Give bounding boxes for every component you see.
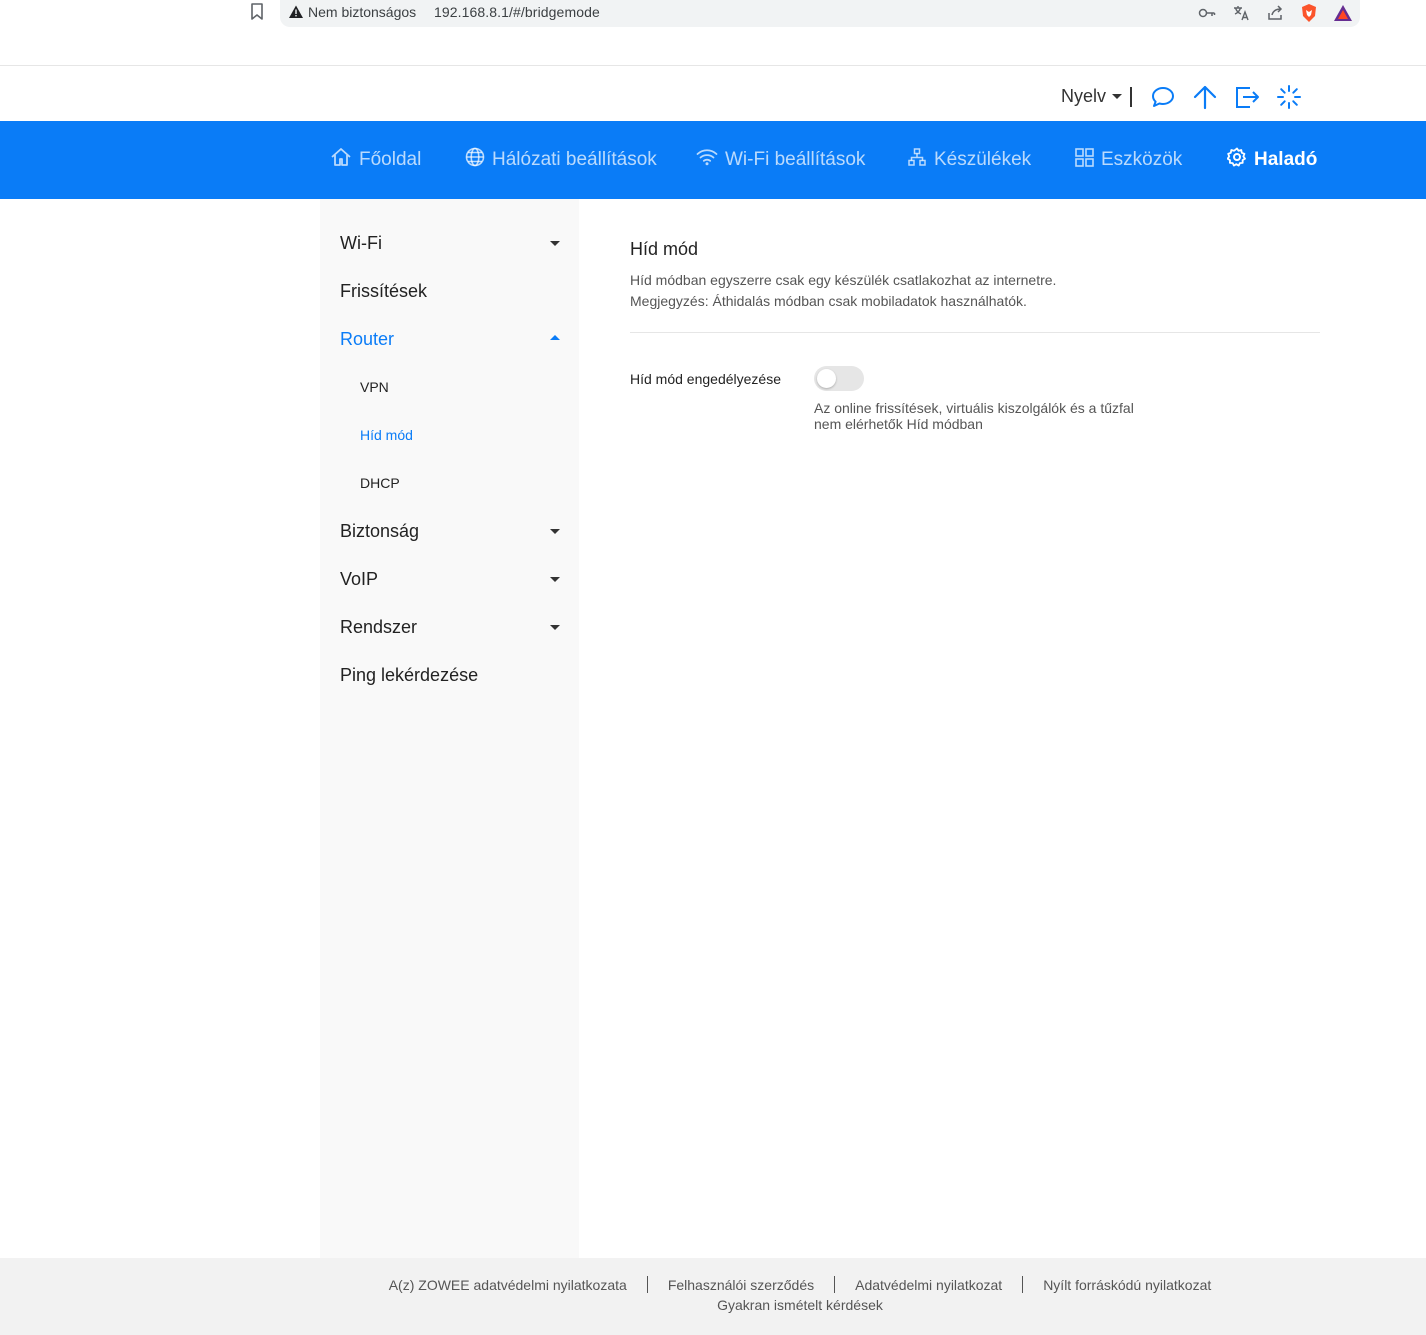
sidebar-item-label: Router — [340, 328, 395, 349]
chevron-down-icon — [1112, 94, 1123, 99]
main-navigation: Főoldal Hálózati beállítások Wi-Fi beáll… — [0, 121, 1426, 199]
wifi-icon — [696, 148, 718, 172]
utility-bar: Nyelv — [0, 66, 1426, 121]
sidebar-item-updates[interactable]: Frissítések — [340, 276, 560, 306]
home-icon — [330, 147, 352, 173]
upload-icon[interactable] — [1192, 84, 1218, 110]
chevron-down-icon — [550, 241, 560, 246]
nav-home-label: Főoldal — [359, 149, 422, 170]
share-icon[interactable] — [1264, 2, 1286, 24]
sidebar-item-label: Wi-Fi — [340, 232, 382, 253]
chevron-down-icon — [550, 625, 560, 630]
footer: A(z) ZOWEE adatvédelmi nyilatkozata Felh… — [0, 1258, 1426, 1335]
sidebar-item-ping[interactable]: Ping lekérdezése — [340, 660, 560, 690]
footer-link-user-agreement[interactable]: Felhasználói szerződés — [668, 1277, 814, 1293]
footer-separator — [646, 1276, 648, 1293]
tools-icon — [1075, 147, 1094, 173]
sidebar-item-label: VoIP — [340, 568, 379, 589]
sidebar-subitem-vpn[interactable]: VPN — [360, 375, 389, 399]
translate-icon[interactable] — [1230, 2, 1252, 24]
footer-link-open-source[interactable]: Nyílt forráskódú nyilatkozat — [1043, 1277, 1211, 1293]
bookmark-icon[interactable] — [246, 1, 268, 23]
page-title: Híd mód — [630, 239, 699, 259]
sidebar-item-label: Biztonság — [340, 520, 420, 541]
devices-icon — [907, 147, 927, 173]
sidebar: Wi-Fi Frissítések Router VPN Híd mód DHC… — [320, 199, 579, 1258]
sidebar-item-router[interactable]: Router — [340, 324, 560, 354]
sidebar-subitem-label: Híd mód — [360, 427, 413, 443]
footer-separator — [834, 1276, 836, 1293]
brave-shield-icon[interactable] — [1298, 2, 1320, 24]
description-line-2: Megjegyzés: Áthidalás módban csak mobila… — [630, 293, 1027, 309]
hint-line-1: Az online frissítések, virtuális kiszolg… — [814, 400, 1134, 416]
footer-link-faq[interactable]: Gyakran ismételt kérdések — [717, 1297, 883, 1313]
divider — [630, 332, 1320, 333]
language-selector[interactable]: Nyelv — [1061, 86, 1123, 107]
nav-devices-label: Készülékek — [934, 149, 1032, 170]
chevron-down-icon — [550, 577, 560, 582]
logout-icon[interactable] — [1234, 84, 1260, 110]
sidebar-item-system[interactable]: Rendszer — [340, 612, 560, 642]
sidebar-item-wifi[interactable]: Wi-Fi — [340, 228, 560, 258]
hint-line-2: nem elérhetők Híd módban — [814, 416, 983, 432]
nav-network-label: Hálózati beállítások — [492, 149, 657, 170]
chevron-up-icon — [550, 335, 560, 340]
sidebar-item-label: Rendszer — [340, 616, 418, 637]
address-bar[interactable]: Nem biztonságos 192.168.8.1/#/bridgemode — [280, 0, 1360, 27]
message-icon[interactable] — [1150, 84, 1176, 110]
sidebar-subitem-bridge-mode[interactable]: Híd mód — [360, 423, 413, 447]
sidebar-item-security[interactable]: Biztonság — [340, 516, 560, 546]
footer-link-privacy[interactable]: Adatvédelmi nyilatkozat — [855, 1277, 1002, 1293]
nav-home[interactable]: Főoldal — [330, 121, 421, 199]
nav-advanced[interactable]: Haladó — [1226, 121, 1318, 199]
nav-wifi-label: Wi-Fi beállítások — [725, 149, 866, 170]
sidebar-subitem-label: VPN — [360, 379, 389, 395]
bridge-mode-toggle[interactable] — [814, 366, 864, 391]
sidebar-subitem-label: DHCP — [360, 475, 400, 491]
key-icon[interactable] — [1196, 2, 1218, 24]
warning-icon[interactable] — [288, 4, 304, 20]
separator — [1130, 87, 1132, 107]
sidebar-item-voip[interactable]: VoIP — [340, 564, 560, 594]
url-text[interactable]: 192.168.8.1/#/bridgemode — [434, 4, 600, 20]
loading-icon — [1276, 84, 1302, 110]
bridge-mode-toggle-label: Híd mód engedélyezése — [630, 371, 781, 387]
nav-tools-label: Eszközök — [1101, 149, 1183, 170]
brave-rewards-icon[interactable] — [1332, 2, 1354, 24]
nav-advanced-label: Haladó — [1254, 149, 1318, 170]
chevron-down-icon — [550, 529, 560, 534]
description-line-1: Híd módban egyszerre csak egy készülék c… — [630, 272, 1057, 288]
nav-devices[interactable]: Készülékek — [907, 121, 1031, 199]
nav-wifi-settings[interactable]: Wi-Fi beállítások — [696, 121, 865, 199]
nav-tools[interactable]: Eszközök — [1075, 121, 1182, 199]
footer-link-zowee-privacy[interactable]: A(z) ZOWEE adatvédelmi nyilatkozata — [389, 1277, 627, 1293]
toggle-knob — [817, 369, 836, 388]
language-label: Nyelv — [1061, 86, 1107, 106]
sidebar-subitem-dhcp[interactable]: DHCP — [360, 471, 400, 495]
gear-icon — [1226, 147, 1247, 173]
security-label[interactable]: Nem biztonságos — [308, 4, 416, 20]
footer-separator — [1022, 1276, 1024, 1293]
sidebar-item-label: Frissítések — [340, 280, 428, 301]
nav-network-settings[interactable]: Hálózati beállítások — [465, 121, 657, 199]
browser-toolbar: Nem biztonságos 192.168.8.1/#/bridgemode — [0, 0, 1426, 66]
sidebar-item-label: Ping lekérdezése — [340, 664, 479, 685]
globe-icon — [465, 147, 485, 173]
